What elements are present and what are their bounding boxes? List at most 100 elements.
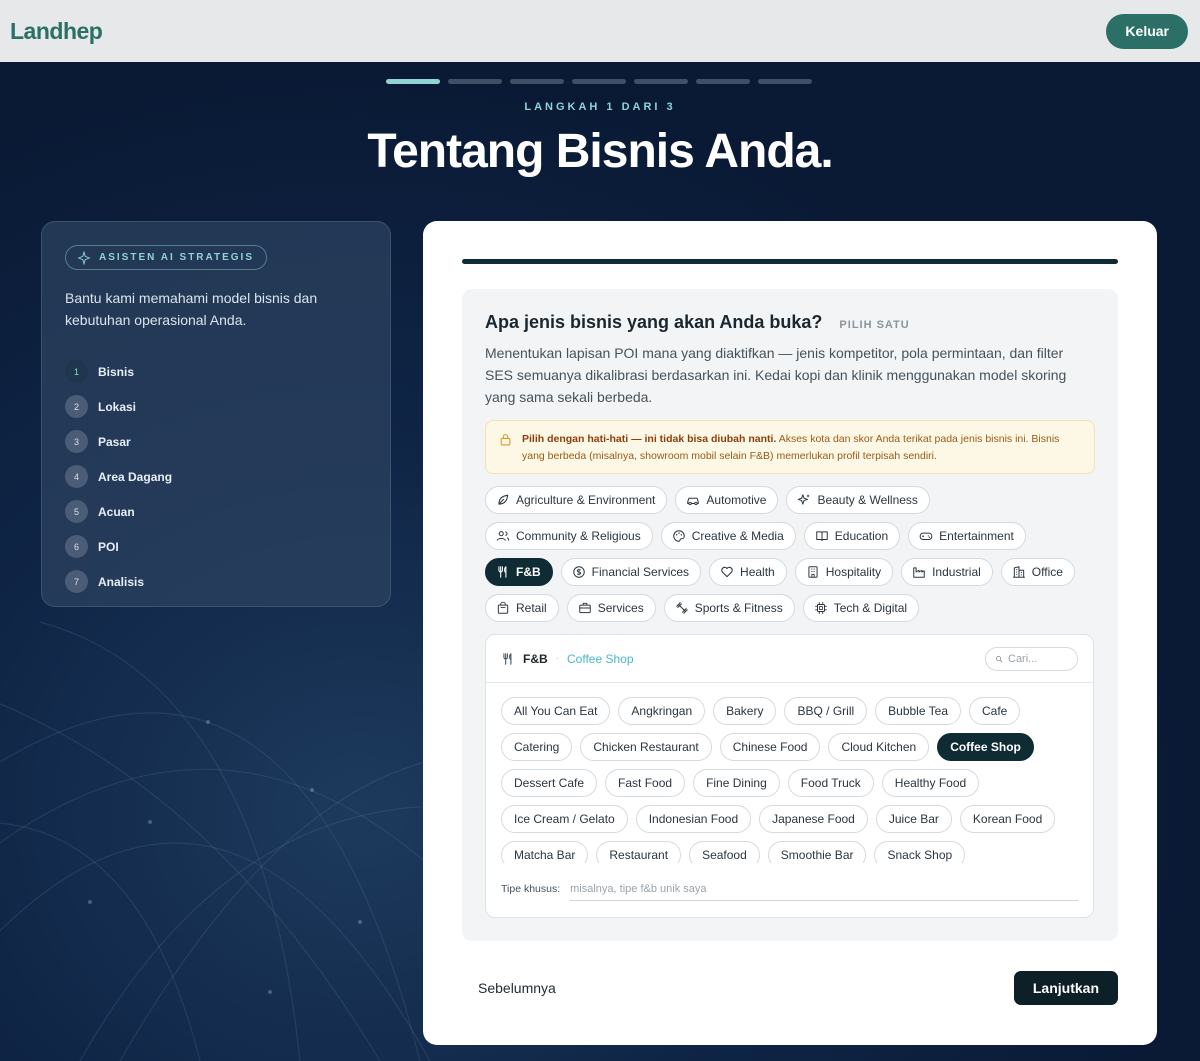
chip-label: Sports & Fitness [694,601,783,615]
continue-button[interactable]: Lanjutkan [1013,971,1118,1005]
book-icon [816,531,828,542]
heart-icon [721,566,733,578]
chip-label: Beauty & Wellness [817,493,918,507]
subcategory-chip[interactable]: Matcha Bar [501,841,589,863]
wizard-steps-list: 1 Bisnis 2 Lokasi 3 Pasar 4 Area Dagang 5 Acu… [65,354,367,599]
subcategory-chip[interactable]: Indonesian Food [635,805,752,833]
chip-label: Bubble Tea [888,704,948,718]
subcategory-chip[interactable]: Cloud Kitchen [828,733,930,761]
subcategory-chip[interactable]: Bubble Tea [875,697,961,725]
business-type-question: Apa jenis bisnis yang akan Anda buka? PI… [462,289,1118,941]
subcategory-chip[interactable]: Snack Shop [874,841,966,863]
subcategory-chip[interactable]: Dessert Cafe [501,769,598,797]
category-chip-hospitality[interactable]: Hospitality [794,558,894,586]
chip-label: Japanese Food [772,812,855,826]
category-chip-community[interactable]: Community & Religious [485,522,653,550]
subcategory-chip[interactable]: Seafood [689,841,760,863]
chip-label: BBQ / Grill [797,704,855,718]
chip-label: Office [1031,565,1063,579]
progress-segment [758,79,812,84]
subcategory-category-label: F&B [523,651,548,666]
category-chip-services[interactable]: Services [566,594,656,622]
subcategory-chip[interactable]: BBQ / Grill [784,697,868,725]
category-chip-beauty[interactable]: Beauty & Wellness [786,486,930,514]
step-item-poi[interactable]: 6 POI [65,529,367,564]
category-chip-automotive[interactable]: Automotive [675,486,779,514]
category-chip-education[interactable]: Education [803,522,901,550]
chip-label: Health [740,565,775,579]
chip-label: Industrial [932,565,981,579]
subcategory-chip[interactable]: Japanese Food [759,805,868,833]
category-chip-retail[interactable]: Retail [485,594,559,622]
chip-label: Retail [516,601,547,615]
page-title: Tentang Bisnis Anda. [367,125,833,178]
category-chip-creative[interactable]: Creative & Media [660,522,796,550]
subcategory-chip[interactable]: Chinese Food [719,733,821,761]
logout-button[interactable]: Keluar [1106,13,1188,49]
progress-segment [386,79,440,84]
step-item-pasar[interactable]: 3 Pasar [65,424,367,459]
chip-label: Cloud Kitchen [841,740,917,754]
subcategory-search[interactable] [985,646,1078,671]
subcategory-chip[interactable]: Juice Bar [875,805,952,833]
chip-label: Automotive [706,493,767,507]
chip-label: Chinese Food [732,740,808,754]
car-icon [687,497,700,506]
step-number: 7 [65,570,88,593]
subcategory-chip[interactable]: Cafe [969,697,1021,725]
subcategory-chip[interactable]: Restaurant [596,841,682,863]
chip-label: Chicken Restaurant [593,740,699,754]
subcategory-chip[interactable]: Food Truck [787,769,874,797]
previous-button[interactable]: Sebelumnya [462,980,556,996]
step-label: Bisnis [98,364,135,379]
subcategory-chip[interactable]: Korean Food [959,805,1056,833]
subcategory-chip[interactable]: All You Can Eat [501,697,611,725]
shopping-bag-icon [497,601,509,614]
step-item-area-dagang[interactable]: 4 Area Dagang [65,459,367,494]
custom-type-input[interactable] [570,877,1078,901]
category-chip-entertainment[interactable]: Entertainment [908,522,1026,550]
category-chip-financial[interactable]: Financial Services [560,558,702,586]
question-title: Apa jenis bisnis yang akan Anda buka? [485,312,823,332]
subcategory-chip[interactable]: Bakery [713,697,777,725]
subcategory-chip[interactable]: Angkringan [618,697,706,725]
category-chip-agriculture[interactable]: Agriculture & Environment [485,486,668,514]
chip-label: Fine Dining [706,776,767,790]
category-chip-sports[interactable]: Sports & Fitness [663,594,795,622]
step-item-bisnis[interactable]: 1 Bisnis [65,354,367,389]
step-item-acuan[interactable]: 5 Acuan [65,494,367,529]
subcategory-chip[interactable]: Fine Dining [693,769,780,797]
progress-segment [696,79,750,84]
subcategory-chip[interactable]: Chicken Restaurant [580,733,712,761]
chip-label: Financial Services [591,565,690,579]
step-item-lokasi[interactable]: 2 Lokasi [65,389,367,424]
category-chip-fnb[interactable]: F&B [485,558,553,586]
step-label: POI [98,539,119,554]
subcategory-chip[interactable]: Smoothie Bar [767,841,867,863]
app-logo[interactable]: Landhep [10,18,103,45]
step-item-analisis[interactable]: 7 Analisis [65,564,367,599]
gamepad-icon [919,532,933,540]
subcategory-chip[interactable]: Healthy Food [881,769,980,797]
subcategory-chip[interactable]: Fast Food [605,769,686,797]
category-chip-industrial[interactable]: Industrial [901,558,993,586]
factory-icon [913,567,925,578]
subcategory-search-input[interactable] [1008,652,1068,665]
step-label: Lokasi [98,399,137,414]
category-chip-tech[interactable]: Tech & Digital [802,594,920,622]
step-label: Pasar [98,434,131,449]
category-chip-office[interactable]: Office [1000,558,1075,586]
assistant-panel: ASISTEN AI STRATEGIS Bantu kami memahami… [41,221,391,607]
subcategory-chip[interactable]: Coffee Shop [937,733,1034,761]
chip-label: Agriculture & Environment [516,493,656,507]
current-selection-label: Coffee Shop [567,651,634,666]
utensils-icon [503,652,512,665]
subcategory-chip[interactable]: Ice Cream / Gelato [501,805,628,833]
card-progress-bar [462,259,1118,264]
chip-label: All You Can Eat [514,704,598,718]
category-chip-health[interactable]: Health [709,558,787,586]
chip-label: Juice Bar [888,812,939,826]
chip-label: Dessert Cafe [514,776,585,790]
subcategory-chip[interactable]: Catering [501,733,573,761]
subcategory-panel: F&B · Coffee Shop All You Can Eat Angkrin… [485,634,1094,918]
